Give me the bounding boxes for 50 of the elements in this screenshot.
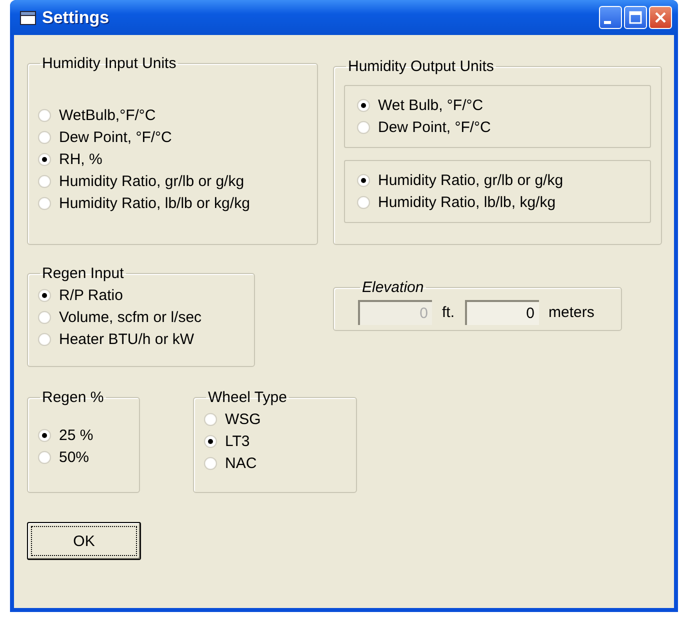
window-icon (20, 10, 36, 24)
radio-label[interactable]: LT3 (225, 432, 250, 450)
radio-button[interactable] (357, 98, 370, 112)
unit-label: meters (548, 304, 594, 321)
radio-label[interactable]: Humidity Ratio, lb/lb, kg/kg (378, 194, 556, 210)
radio-label[interactable]: 50% (59, 448, 90, 466)
radio-button[interactable] (38, 174, 51, 188)
radio-button[interactable] (38, 196, 51, 210)
radio-label[interactable]: Humidity Ratio, gr/lb or g/kg (59, 172, 244, 190)
radio-label[interactable]: WSG (225, 410, 261, 428)
radio-label[interactable]: Dew Point, °F/°C (59, 128, 172, 146)
radio-label[interactable]: Heater BTU/h or kW (59, 330, 194, 348)
group-title: Regen Input (41, 265, 125, 282)
radio-label[interactable]: Humidity Ratio, lb/lb or kg/kg (59, 194, 250, 212)
radio-label[interactable]: Volume, scfm or l/sec (59, 308, 202, 326)
radio-button[interactable] (204, 456, 217, 470)
radio-button[interactable] (204, 434, 217, 448)
radio-label[interactable]: 25 % (59, 426, 94, 444)
window-title: Settings (42, 8, 110, 28)
radio-button[interactable] (38, 428, 51, 442)
radio-button[interactable] (38, 288, 51, 302)
ok-button[interactable]: OK (27, 522, 141, 560)
radio-button[interactable] (38, 130, 51, 144)
radio-button[interactable] (38, 332, 51, 346)
radio-label[interactable]: Humidity Ratio, gr/lb or g/kg (378, 172, 564, 188)
radio-button[interactable] (38, 310, 51, 324)
group-title: Humidity Input Units (41, 55, 178, 72)
minimize-icon (604, 21, 611, 24)
radio-label[interactable]: Dew Point, °F/°C (378, 118, 491, 136)
radio-label[interactable]: WetBulb,°F/°C (59, 106, 156, 124)
meters-field[interactable]: 0 (464, 300, 539, 325)
group-title: Wheel Type (207, 389, 288, 406)
group-title: Humidity Output Units (347, 58, 495, 75)
close-button[interactable] (649, 6, 672, 29)
radio-button[interactable] (357, 174, 370, 186)
unit-label: ft. (442, 304, 455, 321)
radio-button[interactable] (357, 196, 370, 208)
radio-button[interactable] (204, 412, 217, 426)
group-title: Elevation (361, 279, 425, 296)
minimize-button[interactable] (599, 6, 622, 29)
maximize-button[interactable] (624, 6, 647, 29)
radio-button[interactable] (357, 120, 370, 134)
radio-label[interactable]: NAC (225, 454, 257, 472)
group-title: Regen % (41, 389, 105, 406)
radio-button[interactable] (38, 152, 51, 166)
radio-button[interactable] (38, 108, 51, 122)
radio-label[interactable]: R/P Ratio (59, 286, 123, 304)
radio-button[interactable] (38, 450, 51, 464)
radio-label[interactable]: Wet Bulb, °F/°C (378, 96, 484, 114)
radio-label[interactable]: RH, % (59, 150, 102, 168)
